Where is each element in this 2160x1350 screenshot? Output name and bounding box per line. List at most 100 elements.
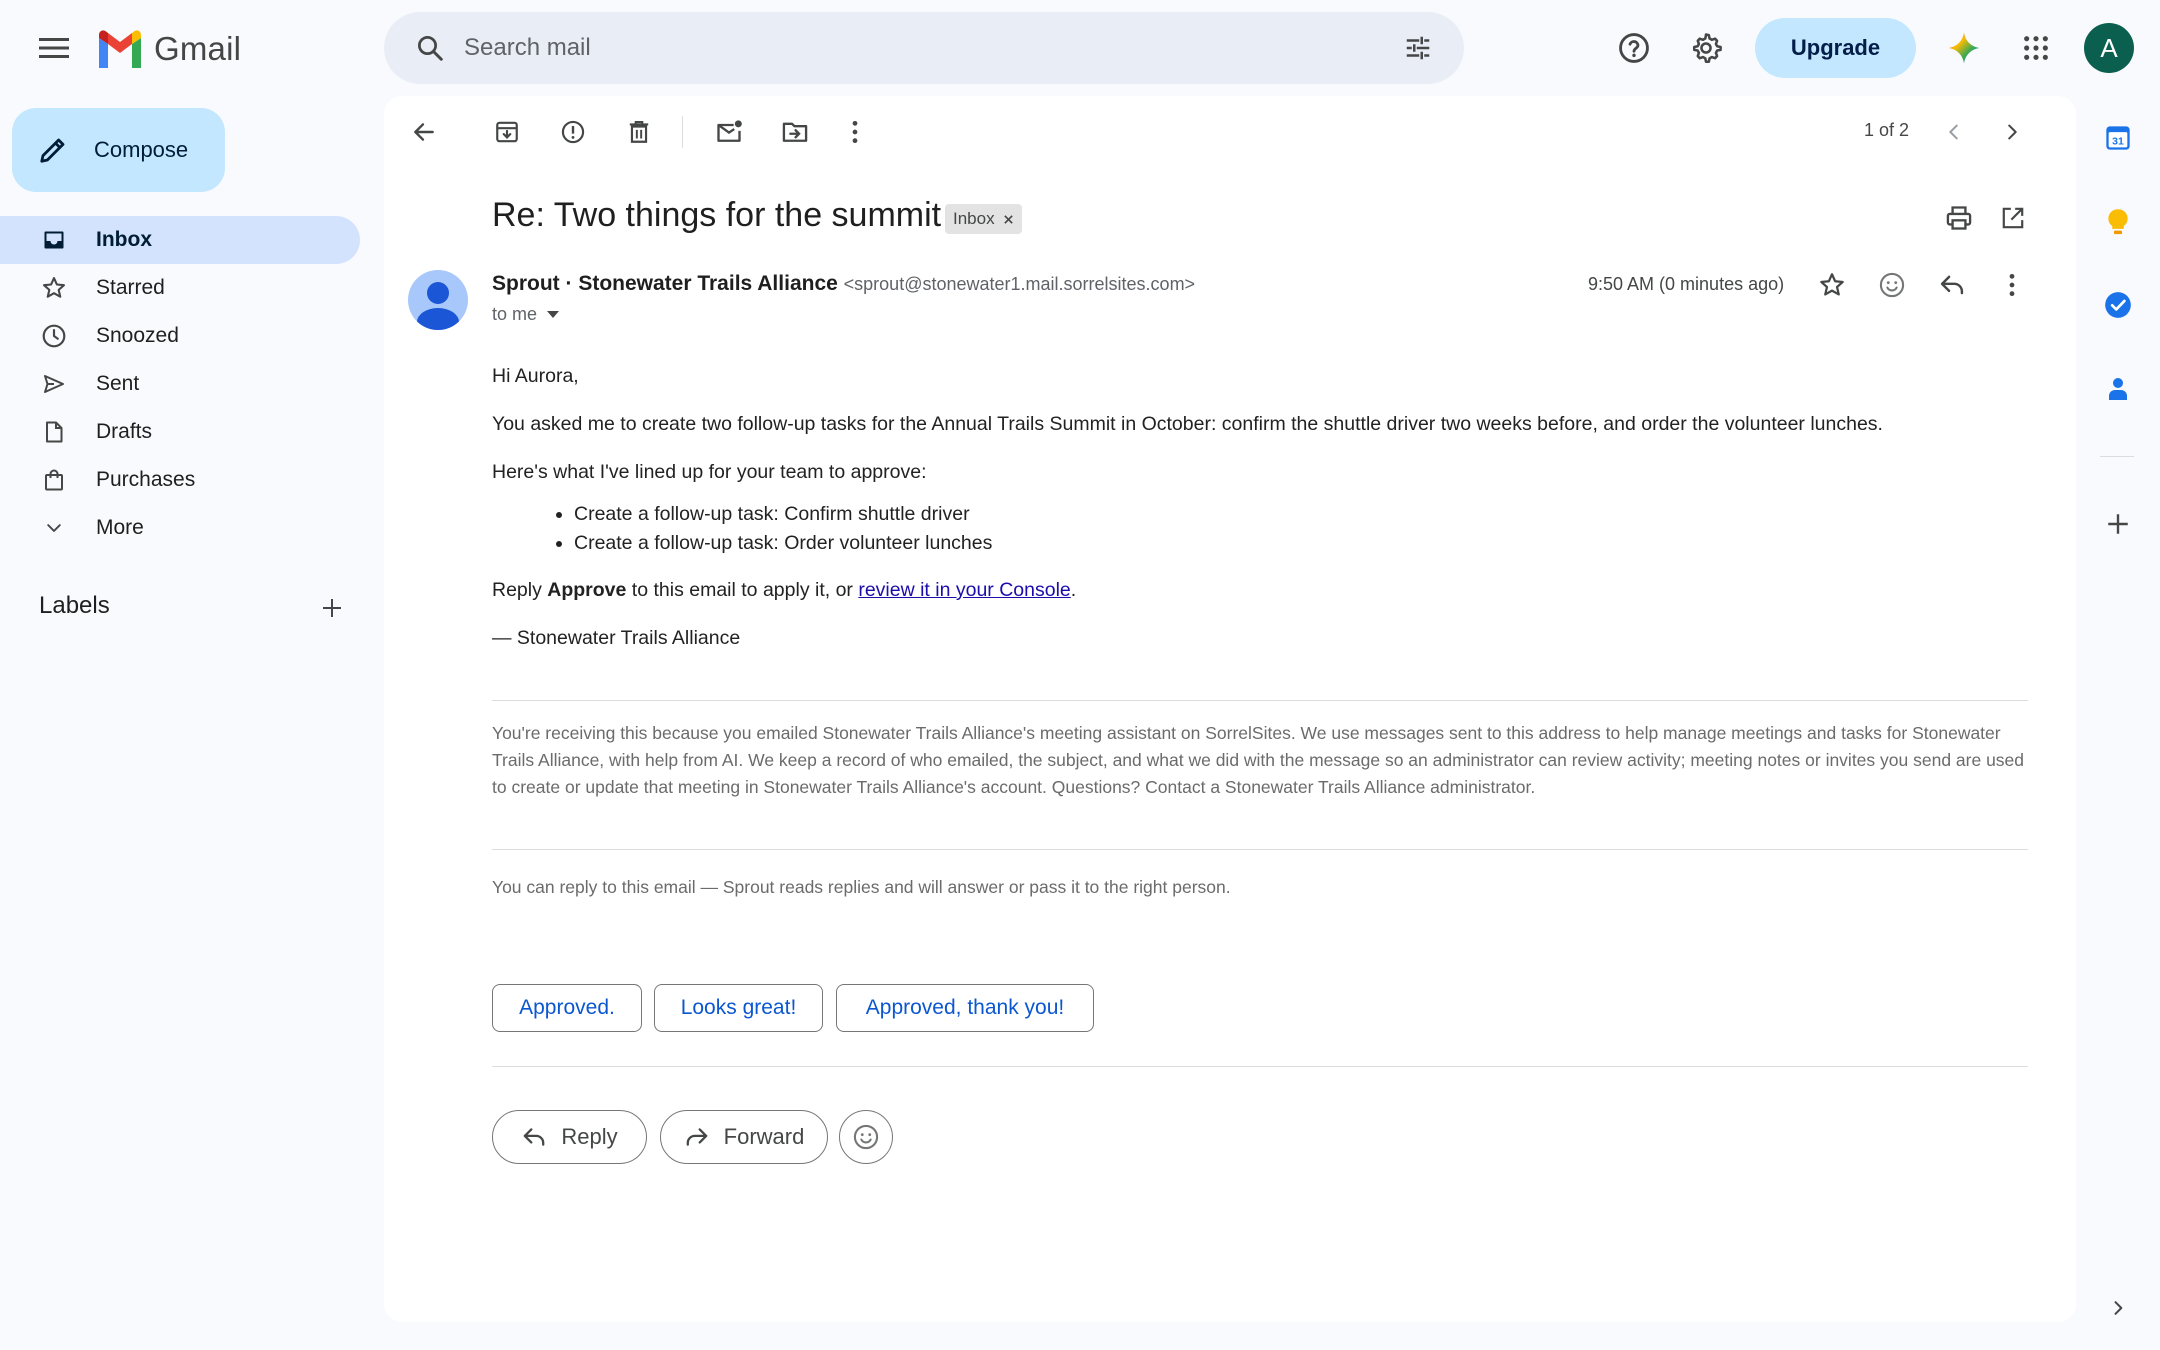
smart-reply-looks-great[interactable]: Looks great! [654,984,823,1032]
add-label-icon[interactable] [316,592,348,624]
sidebar-item-sent[interactable]: Sent [0,360,360,408]
gmail-logo[interactable]: Gmail [96,24,241,74]
smart-reply-approved[interactable]: Approved. [492,984,642,1032]
main-menu-button[interactable] [30,24,78,72]
hamburger-icon [39,38,69,58]
calendar-day: 31 [2112,135,2124,147]
reply-icon[interactable] [1932,265,1972,305]
sidebar-item-more[interactable]: More [0,504,360,552]
star-icon [40,274,68,302]
caret-down-icon [547,310,560,318]
account-avatar[interactable]: A [2084,23,2134,73]
reply-button[interactable]: Reply [492,1110,647,1164]
apps-grid-icon[interactable] [2012,24,2060,72]
close-icon[interactable] [1003,214,1014,225]
sidebar-item-starred[interactable]: Starred [0,264,360,312]
toolbar-divider [682,116,683,148]
console-review-link[interactable]: review it in your Console [858,579,1070,601]
sender-name[interactable]: Sprout · Stonewater Trails Alliance [492,272,838,295]
emoji-reaction-icon[interactable] [1872,265,1912,305]
sidebar-item-inbox[interactable]: Inbox [0,216,360,264]
inbox-label-chip[interactable]: Inbox [945,204,1022,234]
compose-label: Compose [94,137,189,162]
forward-button[interactable]: Forward [660,1110,828,1164]
search-input[interactable] [464,34,1364,62]
tasks-check-icon[interactable] [2098,285,2138,325]
reply-instructions: Reply Approve to this email to apply it,… [492,576,2032,604]
contacts-person-icon[interactable] [2098,369,2138,409]
gemini-sparkle-icon[interactable] [1940,24,1988,72]
sidebar-item-drafts[interactable]: Drafts [0,408,360,456]
greeting: Hi Aurora, [492,365,579,387]
forward-label: Forward [723,1124,805,1149]
email-timestamp: 9:50 AM (0 minutes ago) [1588,274,1785,294]
recipient-label: to me [492,304,538,324]
app-name: Gmail [154,30,242,67]
sidebar-item-label: Sent [96,372,140,395]
divider [492,700,2028,701]
chevron-left-icon[interactable] [1934,112,1974,152]
sidebar-item-label: Drafts [96,420,153,443]
keep-bulb-icon[interactable] [2098,202,2138,242]
forward-icon [686,1128,708,1146]
print-icon[interactable] [1939,198,1979,238]
reply-note: You can reply to this email — Sprout rea… [492,877,1231,897]
labels-heading: Labels [39,592,110,619]
settings-gear-icon[interactable] [1682,24,1730,72]
add-addon-icon[interactable] [2098,504,2138,544]
move-to-icon[interactable] [775,112,815,152]
list-item: Create a follow-up task: Order volunteer… [574,529,2032,558]
pagination-count: 1 of 2 [1864,120,1910,140]
mark-unread-icon[interactable] [709,112,749,152]
upgrade-button[interactable]: Upgrade [1755,18,1916,78]
approve-keyword: Approve [547,579,627,601]
search-icon[interactable] [410,28,450,68]
reply-mid: to this email to apply it, or [626,579,859,601]
body-paragraph-2: Here's what I've lined up for your team … [492,461,927,483]
more-vert-icon[interactable] [835,112,875,152]
list-item: Create a follow-up task: Confirm shuttle… [574,500,2032,529]
back-arrow-icon[interactable] [404,112,444,152]
sender-avatar[interactable] [408,270,468,330]
reply-prefix: Reply [492,579,548,601]
search-options-icon[interactable] [1398,28,1438,68]
report-spam-icon[interactable] [553,112,593,152]
rail-divider [2100,456,2134,457]
compose-button[interactable]: Compose [12,108,225,192]
smiley-icon [853,1124,879,1150]
signature: — Stonewater Trails Alliance [492,627,741,649]
star-icon[interactable] [1812,265,1852,305]
reply-end: . [1070,579,1077,601]
task-list: Create a follow-up task: Confirm shuttle… [574,500,2032,558]
message-more-vert-icon[interactable] [1992,265,2032,305]
sidebar-nav: Inbox Starred Snoozed Sent Drafts Purcha… [0,216,360,552]
calendar-icon[interactable]: 31 [2098,118,2138,158]
chip-label: Inbox [953,209,995,228]
send-icon [40,370,68,398]
reply-label: Reply [561,1124,618,1149]
sidebar-item-purchases[interactable]: Purchases [0,456,360,504]
chevron-down-icon [40,514,68,542]
help-icon[interactable] [1610,24,1658,72]
fine-print: You're receiving this because you emaile… [492,723,2025,797]
sender-email: <sprout@stonewater1.mail.sorrelsites.com… [843,274,1196,294]
delete-trash-icon[interactable] [619,112,659,152]
gmail-m-icon [99,30,141,68]
sidebar-item-label: Purchases [96,468,196,491]
smart-reply-approved-thanks[interactable]: Approved, thank you! [836,984,1094,1032]
sidebar-item-snoozed[interactable]: Snoozed [0,312,360,360]
emoji-reaction-button[interactable] [839,1110,893,1164]
archive-icon[interactable] [487,112,527,152]
recipient-details[interactable]: to me [492,304,560,325]
reply-icon [524,1128,545,1146]
sidebar-item-label: Starred [96,276,165,299]
shopping-bag-icon [40,466,68,494]
draft-icon [40,418,68,446]
sidebar-item-label: Inbox [96,228,152,251]
chevron-right-icon[interactable] [1992,112,2032,152]
expand-panel-chevron-icon[interactable] [2098,1288,2138,1328]
body-paragraph-1: You asked me to create two follow-up tas… [492,413,1883,435]
search-bar[interactable] [384,12,1464,84]
clock-icon [40,322,68,350]
open-in-new-window-icon[interactable] [1993,198,2033,238]
